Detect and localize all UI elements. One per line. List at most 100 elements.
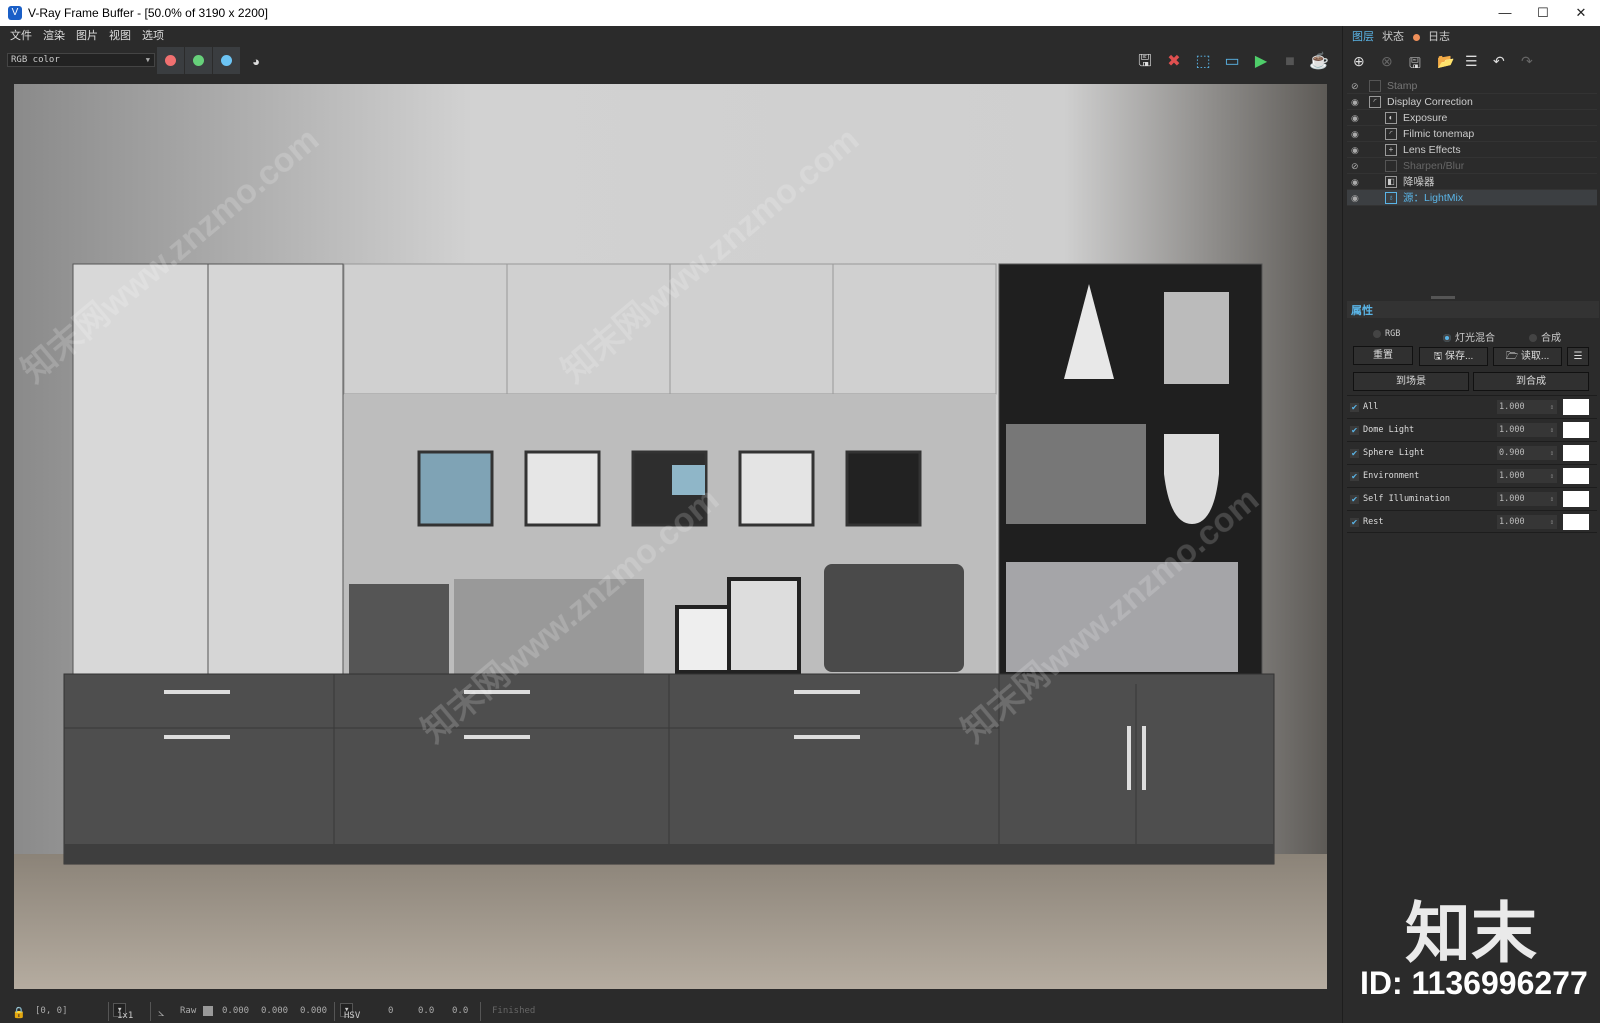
redo-icon[interactable]: ↷ <box>1521 53 1533 70</box>
add-layer-icon[interactable]: ⊕ <box>1353 53 1365 70</box>
load-layers-icon[interactable]: 📂 <box>1437 53 1454 70</box>
checkbox[interactable]: ✔ <box>1350 403 1359 412</box>
color-swatch[interactable] <box>1563 491 1589 507</box>
red-channel-button[interactable] <box>157 47 184 74</box>
layer-sharpen-blur[interactable]: ⊘ Sharpen/Blur <box>1347 158 1597 174</box>
intensity-spinner[interactable]: 0.900 ⇕ <box>1497 446 1557 460</box>
splitter-handle[interactable] <box>1431 296 1455 299</box>
layer-lightmix[interactable]: ◉ ♁ 源：LightMix <box>1347 190 1597 206</box>
lens-icon: + <box>1385 144 1397 156</box>
red-dot-icon <box>165 55 176 66</box>
channel-select[interactable]: RGB color ▼ <box>7 53 155 67</box>
eye-icon[interactable]: ◉ <box>1351 142 1359 158</box>
render-viewport[interactable]: 知末网www.znzmo.com 知末网www.znzmo.com 知末网www… <box>14 84 1327 989</box>
minimize-button[interactable]: — <box>1486 0 1524 26</box>
layer-display-correction[interactable]: ◉ ◜ Display Correction <box>1347 94 1597 110</box>
properties-header: 属性 <box>1347 301 1599 318</box>
stop-render-icon[interactable]: ■ <box>1280 52 1300 72</box>
color-swatch[interactable] <box>1563 422 1589 438</box>
clear-icon[interactable]: ✖ <box>1164 52 1184 72</box>
tab-layers[interactable]: 图层 <box>1347 28 1379 46</box>
eye-icon[interactable]: ◉ <box>1351 190 1359 206</box>
color-swatch[interactable] <box>1563 445 1589 461</box>
save-layers-icon[interactable]: 🖫 <box>1409 53 1421 77</box>
intensity-spinner[interactable]: 1.000 ⇕ <box>1497 423 1557 437</box>
mode-rgb-radio[interactable]: RGB <box>1373 329 1400 339</box>
layer-denoiser[interactable]: ◉ ◧ 降噪器 <box>1347 174 1597 190</box>
green-dot-icon <box>193 55 204 66</box>
visibility-off-icon[interactable]: ⊘ <box>1351 158 1359 174</box>
chevron-down-icon: ▼ <box>145 56 150 64</box>
exposure-icon: ◐ <box>1385 112 1397 124</box>
checkbox[interactable]: ✔ <box>1350 426 1359 435</box>
delete-layer-icon[interactable]: ⊗ <box>1381 53 1393 70</box>
checkbox[interactable]: ✔ <box>1350 449 1359 458</box>
menu-file[interactable]: 文件 <box>10 27 32 43</box>
color-space-select[interactable]: HSV ▾ <box>340 1003 360 1021</box>
start-render-icon[interactable]: ▶ <box>1251 52 1271 72</box>
intensity-spinner[interactable]: 1.000 ⇕ <box>1497 492 1557 506</box>
h-value: 0 <box>388 1006 394 1016</box>
light-row-rest: ✔ Rest 1.000 ⇕ <box>1347 510 1597 533</box>
color-curve-icon[interactable]: ⦣ <box>158 1006 164 1020</box>
save-icon[interactable]: 🖫 <box>1135 52 1155 72</box>
color-swatch <box>203 1006 213 1016</box>
menu-view[interactable]: 视图 <box>109 27 131 43</box>
tab-log[interactable]: 日志 <box>1423 28 1455 46</box>
undo-icon[interactable]: ↶ <box>1493 53 1505 70</box>
sample-size-value: 1x1 <box>117 1011 134 1021</box>
tab-stats[interactable]: 状态 <box>1377 28 1409 46</box>
layer-lens-effects[interactable]: ◉ + Lens Effects <box>1347 142 1597 158</box>
color-swatch[interactable] <box>1563 514 1589 530</box>
region-render-icon[interactable]: ⬚ <box>1193 52 1213 72</box>
eye-icon[interactable]: ◉ <box>1351 94 1359 110</box>
to-scene-button[interactable]: 到场景 <box>1353 372 1469 391</box>
checkbox[interactable]: ✔ <box>1350 472 1359 481</box>
checkbox[interactable]: ✔ <box>1350 495 1359 504</box>
maximize-button[interactable]: ☐ <box>1524 0 1562 26</box>
blue-channel-button[interactable] <box>213 47 240 74</box>
menu-image[interactable]: 图片 <box>76 27 98 43</box>
v-value: 0.0 <box>452 1006 469 1016</box>
checkbox[interactable]: ✔ <box>1350 518 1359 527</box>
lock-icon[interactable]: 🔒 <box>12 1006 26 1019</box>
load-preset-button[interactable]: 🗁 读取... <box>1493 347 1562 366</box>
list-menu-button[interactable]: ☰ <box>1567 347 1589 366</box>
r-value: 0.000 <box>222 1006 250 1016</box>
mode-composite-radio[interactable]: 合成 <box>1529 329 1561 344</box>
green-channel-button[interactable] <box>185 47 212 74</box>
save-preset-button[interactable]: 🖫 保存... <box>1419 347 1488 366</box>
layer-filmic-tonemap[interactable]: ◉ ◜ Filmic tonemap <box>1347 126 1597 142</box>
eye-icon[interactable]: ◉ <box>1351 174 1359 190</box>
track-mouse-icon[interactable]: ▭ <box>1222 52 1242 72</box>
intensity-spinner[interactable]: 1.000 ⇕ <box>1497 515 1557 529</box>
intensity-spinner[interactable]: 1.000 ⇕ <box>1497 469 1557 483</box>
picture-frame <box>417 450 494 527</box>
sample-size-select[interactable]: 1x1 ▾ <box>113 1003 133 1021</box>
eye-icon[interactable]: ◉ <box>1351 126 1359 142</box>
cursor-coords: [0, 0] <box>35 1006 68 1016</box>
color-swatch[interactable] <box>1563 399 1589 415</box>
layer-stamp[interactable]: ⊘ Stamp <box>1347 78 1597 94</box>
layer-exposure[interactable]: ◉ ◐ Exposure <box>1347 110 1597 126</box>
alpha-channel-icon[interactable]: ◕ <box>246 52 266 72</box>
eye-icon[interactable]: ◉ <box>1351 110 1359 126</box>
mode-lightmix-radio[interactable]: 灯光混合 <box>1443 329 1495 344</box>
layer-list-icon[interactable]: ☰ <box>1465 53 1478 70</box>
to-composite-button[interactable]: 到合成 <box>1473 372 1589 391</box>
color-space-value: HSV <box>344 1011 361 1021</box>
menu-options[interactable]: 选项 <box>142 27 164 43</box>
close-button[interactable]: ✕ <box>1562 0 1600 26</box>
visibility-off-icon[interactable]: ⊘ <box>1351 78 1359 94</box>
blue-dot-icon <box>221 55 232 66</box>
picture-frame <box>845 450 922 527</box>
floor <box>14 854 1327 989</box>
menu-render[interactable]: 渲染 <box>43 27 65 43</box>
curve-icon: ◜ <box>1369 96 1381 108</box>
light-row-dome: ✔ Dome Light 1.000 ⇕ <box>1347 418 1597 441</box>
intensity-spinner[interactable]: 1.000 ⇕ <box>1497 400 1557 414</box>
color-swatch[interactable] <box>1563 468 1589 484</box>
bag <box>824 564 964 672</box>
reset-button[interactable]: 重置 <box>1353 346 1413 365</box>
render-icon[interactable]: ☕ <box>1309 52 1329 72</box>
